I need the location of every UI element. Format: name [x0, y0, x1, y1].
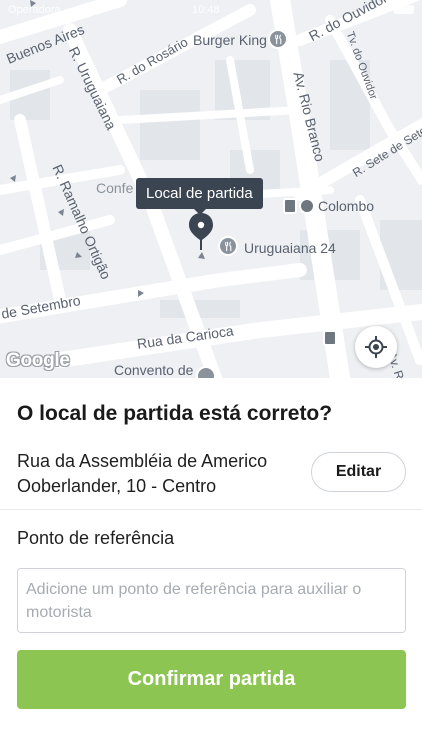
my-location-button[interactable] [355, 326, 397, 368]
status-carrier: Operadora [8, 4, 61, 16]
poi-label-colombo: Colombo [318, 198, 375, 214]
poi-label-convento: Convento de [114, 362, 194, 378]
restaurant-icon[interactable] [218, 236, 238, 256]
map-view[interactable]: Operadora 10:48 Buenos Aires R. Uruguaia… [0, 0, 422, 378]
bus-icon[interactable] [323, 330, 337, 346]
edit-button[interactable]: Editar [311, 452, 406, 492]
poi-label-uruguaiana: Uruguaiana 24 [244, 240, 336, 256]
pickup-tooltip-label: Local de partida [146, 185, 253, 202]
google-logo: Google [6, 350, 70, 371]
metro-station-icon[interactable] [283, 198, 297, 214]
reference-label: Ponto de referência [17, 528, 175, 548]
pickup-confirmation-sheet: O local de partida está correto? Rua da … [0, 378, 422, 750]
my-location-icon [365, 336, 387, 358]
divider [0, 509, 422, 510]
map-pin-icon[interactable] [188, 212, 214, 252]
restaurant-icon[interactable] [268, 29, 288, 49]
pickup-address: Rua da Assembléia de Americo Ooberlander… [17, 451, 268, 496]
poi-label-confeitaria: Confe [96, 180, 134, 196]
poi-label-burger-king: Burger King [193, 32, 267, 48]
reference-input[interactable] [17, 568, 406, 633]
battery-icon [394, 5, 414, 14]
sheet-title: O local de partida está correto? [17, 402, 333, 425]
confirm-pickup-button[interactable]: Confirmar partida [17, 650, 406, 709]
pickup-tooltip: Local de partida [136, 178, 263, 215]
metro-icon[interactable] [299, 198, 315, 214]
status-time: 10:48 [192, 4, 220, 16]
